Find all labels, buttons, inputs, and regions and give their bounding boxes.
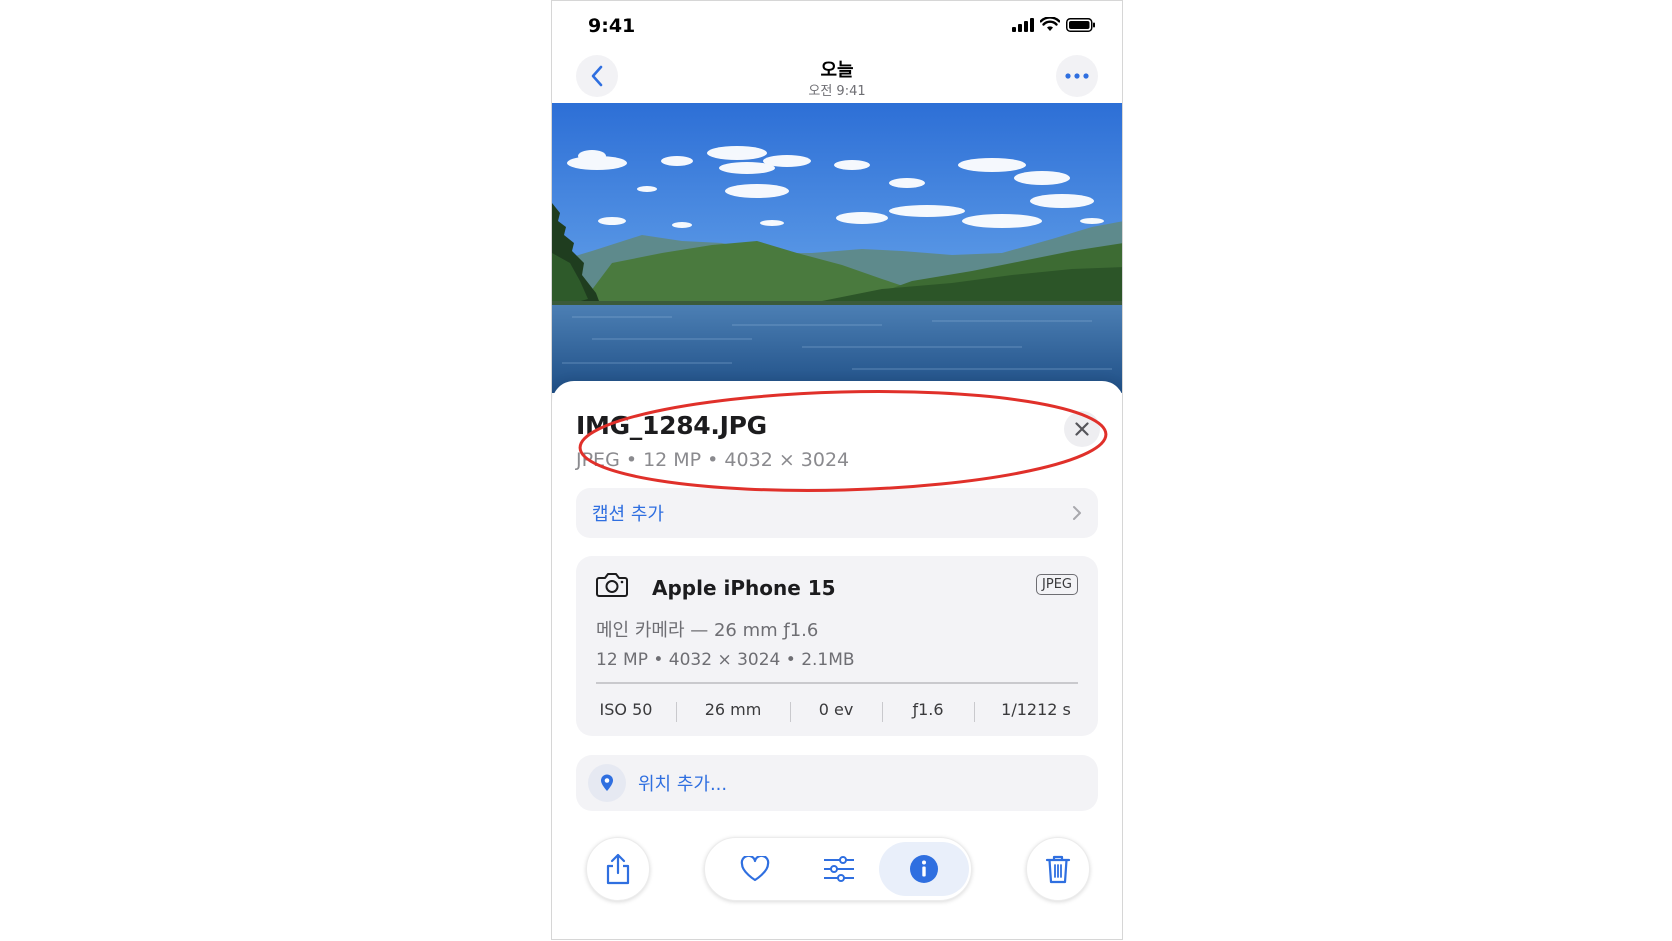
file-meta: JPEG • 12 MP • 4032 × 3024: [576, 449, 850, 471]
exif-exposure-value: 0 ev: [790, 700, 882, 722]
add-caption-label: 캡션 추가: [592, 504, 664, 525]
location-pin-icon: [601, 774, 613, 791]
format-badge: JPEG: [1036, 574, 1078, 595]
exif-iso: ISO 50: [599, 699, 653, 719]
chevron-right-icon: [1073, 506, 1081, 520]
file-name: IMG_1284.JPG: [576, 411, 767, 440]
exif-focal-length: 26 mm: [676, 700, 790, 722]
phone-frame: 9:41 오늘 오전 9:41 IMG_1284.JPG JPEG • 12 M…: [551, 0, 1123, 940]
trash-icon: [1045, 855, 1071, 884]
cellular-signal-icon: [1012, 17, 1034, 32]
wifi-icon: [1040, 17, 1060, 31]
edit-adjust-button[interactable]: [807, 838, 871, 900]
photo-actions-group: [704, 837, 972, 901]
info-button-active[interactable]: [879, 842, 969, 896]
location-pin-badge: [588, 764, 626, 802]
add-caption-row[interactable]: 캡션 추가: [576, 488, 1098, 538]
favorite-button[interactable]: [723, 838, 787, 900]
share-icon: [606, 853, 630, 885]
close-icon: [1075, 422, 1089, 436]
add-location-label: 위치 추가...: [638, 774, 728, 795]
delete-button[interactable]: [1026, 837, 1090, 901]
camera-info-card: Apple iPhone 15 JPEG 메인 카메라 — 26 mm ƒ1.6…: [576, 556, 1098, 736]
camera-icon: [596, 573, 628, 597]
share-button[interactable]: [586, 837, 650, 901]
close-button[interactable]: [1064, 411, 1100, 447]
sliders-icon: [824, 856, 854, 882]
card-divider: [596, 682, 1078, 684]
add-location-row[interactable]: 위치 추가...: [576, 755, 1098, 811]
status-time: 9:41: [588, 15, 636, 37]
landscape-photo: [552, 103, 1122, 393]
nav-subtitle: 오전 9:41: [808, 84, 866, 99]
info-sheet: IMG_1284.JPG JPEG • 12 MP • 4032 × 3024 …: [552, 381, 1122, 939]
exif-aperture: ƒ1.6: [882, 700, 974, 722]
status-icons: [1012, 17, 1096, 32]
nav-title: 오늘: [820, 60, 854, 81]
ellipsis-icon: [1065, 73, 1089, 79]
image-specs: 12 MP • 4032 × 3024 • 2.1MB: [596, 650, 855, 670]
more-button[interactable]: [1056, 55, 1098, 97]
exif-row: ISO 50 26 mm 0 ev ƒ1.6 1/1212 s: [576, 689, 1098, 729]
exif-shutter-speed: 1/1212 s: [974, 700, 1098, 722]
camera-model: Apple iPhone 15: [652, 576, 836, 600]
photo-preview[interactable]: [552, 103, 1122, 393]
battery-icon: [1066, 17, 1095, 32]
heart-icon: [740, 856, 770, 882]
lens-info: 메인 카메라 — 26 mm ƒ1.6: [596, 620, 819, 641]
info-icon: [910, 855, 938, 883]
